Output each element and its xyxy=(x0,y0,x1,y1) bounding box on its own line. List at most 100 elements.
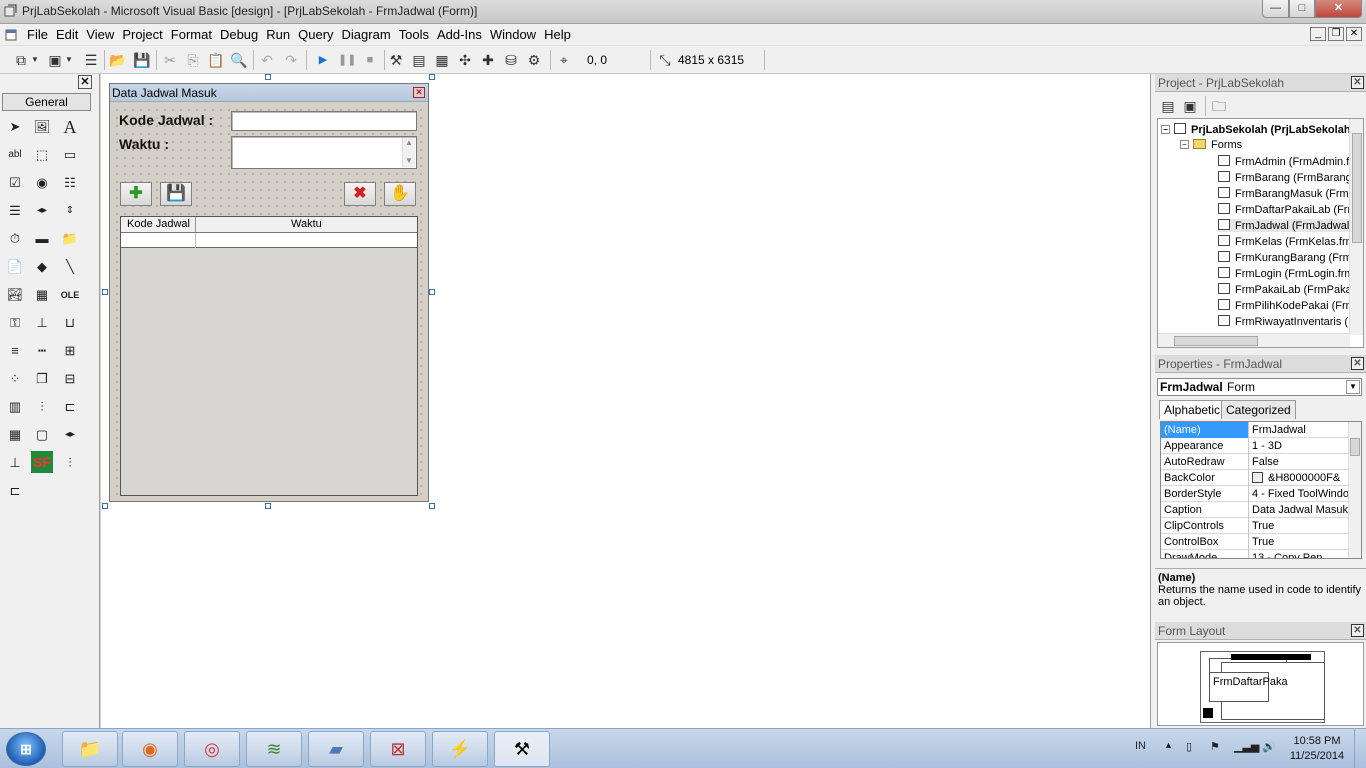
object-browser-icon[interactable]: ✣ xyxy=(456,51,474,69)
project-close-button[interactable]: ✕ xyxy=(1351,76,1364,89)
listview-tool-icon[interactable]: ⊟ xyxy=(59,368,81,390)
mdi-close-button[interactable]: ✕ xyxy=(1346,27,1362,41)
collapse-icon[interactable]: − xyxy=(1180,140,1189,149)
volume-icon[interactable]: 🔊 xyxy=(1262,740,1276,753)
property-row[interactable]: Appearance 1 - 3D xyxy=(1161,438,1349,454)
form-layout-close-button[interactable]: ✕ xyxy=(1351,624,1364,637)
notepad-taskbar-icon[interactable]: ▰ xyxy=(308,731,364,767)
view-object-icon[interactable]: ▣ xyxy=(1181,97,1199,115)
maximize-button[interactable]: □ xyxy=(1289,0,1315,18)
image-tool-icon[interactable]: 🏞 xyxy=(4,284,26,306)
tree-item-frmpilihkodepakai[interactable]: FrmPilihKodePakai (FrmPilihKodePakai.frm… xyxy=(1218,299,1363,312)
mdi-minimize-button[interactable]: _ xyxy=(1310,27,1326,41)
find-icon[interactable]: 🔍 xyxy=(230,51,248,69)
timer-tool-icon[interactable]: ⏱ xyxy=(4,228,26,250)
view-code-icon[interactable]: ▤ xyxy=(1159,97,1177,115)
explorer-taskbar-icon[interactable]: 📁 xyxy=(62,731,118,767)
label-tool-icon[interactable]: A xyxy=(59,116,81,138)
treeview-tool-icon[interactable]: ⊞ xyxy=(59,340,81,362)
line-tool-icon[interactable]: ╲ xyxy=(59,256,81,278)
filelistbox-tool-icon[interactable]: 📄 xyxy=(4,256,26,278)
form-close-icon[interactable]: ✕ xyxy=(413,87,425,98)
menu-run[interactable]: Run xyxy=(263,27,295,42)
shape-tool-icon[interactable]: ◆ xyxy=(31,256,53,278)
tree-item-frmkurangbarang[interactable]: FrmKurangBarang (FrmKurangBarang.frm) xyxy=(1218,251,1363,264)
datalist-tool-icon[interactable]: ⊏ xyxy=(59,396,81,418)
menu-file[interactable]: File xyxy=(24,27,53,42)
adodc-tool-icon[interactable]: ⚿ xyxy=(4,312,26,334)
save-project-icon[interactable]: 💾 xyxy=(133,51,151,69)
chrome-taskbar-icon[interactable]: ◎ xyxy=(184,731,240,767)
slider-tool-icon[interactable]: ┅ xyxy=(31,340,53,362)
toolbar-tool-icon[interactable]: ⊥ xyxy=(31,312,53,334)
menu-format[interactable]: Format xyxy=(168,27,217,42)
tree-item-frmriwayatinventaris[interactable]: FrmRiwayatInventaris (FrmRiwayatInventar… xyxy=(1218,315,1363,328)
menu-diagram[interactable]: Diagram xyxy=(339,27,396,42)
commondialog-tool-icon[interactable]: ◂▸ xyxy=(59,424,81,446)
menu-tools[interactable]: Tools xyxy=(396,27,434,42)
network-icon[interactable]: ▁▃▅ xyxy=(1234,740,1259,753)
frame-tool-icon[interactable]: ⬚ xyxy=(31,144,53,166)
menu-help[interactable]: Help xyxy=(541,27,576,42)
network-app-taskbar-icon[interactable]: ≋ xyxy=(246,731,302,767)
optionbutton-tool-icon[interactable]: ◉ xyxy=(31,172,53,194)
language-indicator[interactable]: IN xyxy=(1135,740,1146,752)
form-frmjadwal[interactable]: Data Jadwal Masuk ✕ Kode Jadwal : Waktu … xyxy=(109,83,429,502)
open-project-icon[interactable]: 📂 xyxy=(109,51,127,69)
property-row[interactable]: (Name) FrmJadwal xyxy=(1161,422,1349,438)
toggle-folders-icon[interactable]: 🗀 xyxy=(1210,97,1228,115)
hierflexgrid-tool-icon[interactable]: ⊏ xyxy=(4,480,26,502)
form-layout-area[interactable]: FrmDaftarPaka xyxy=(1157,642,1364,726)
properties-window-icon[interactable]: ▤ xyxy=(410,51,428,69)
toolbox-general-tab[interactable]: General xyxy=(2,93,91,111)
tab-categorized[interactable]: Categorized xyxy=(1221,400,1296,419)
progressbar-tool-icon[interactable]: ≡ xyxy=(4,340,26,362)
drivelistbox-tool-icon[interactable]: ▬ xyxy=(31,228,53,250)
properties-grid[interactable]: (Name) FrmJadwal Appearance 1 - 3D AutoRed… xyxy=(1160,421,1362,559)
form-designer-canvas[interactable]: Data Jadwal Masuk ✕ Kode Jadwal : Waktu … xyxy=(101,74,1150,728)
start-icon[interactable]: ▶ xyxy=(314,51,332,69)
tree-root[interactable]: − PrjLabSekolah (PrjLabSekolah) xyxy=(1161,123,1354,136)
copy-icon[interactable]: ⎘ xyxy=(184,51,202,69)
tree-item-frmkelas[interactable]: FrmKelas (FrmKelas.frm) xyxy=(1218,235,1358,248)
resize-handle[interactable] xyxy=(429,74,435,80)
statusbar-tool-icon[interactable]: ⊔ xyxy=(59,312,81,334)
project-hscrollbar[interactable] xyxy=(1158,333,1350,347)
property-row[interactable]: DrawMode 13 - Copy Pen xyxy=(1161,550,1349,558)
datepicker-tool-icon[interactable]: ⫶ xyxy=(59,452,81,474)
menu-query[interactable]: Query xyxy=(295,27,338,42)
tray-expand-icon[interactable]: ▲ xyxy=(1164,740,1173,750)
add-button[interactable]: ✚ xyxy=(120,182,152,206)
menu-view[interactable]: View xyxy=(83,27,119,42)
tree-item-frmjadwal[interactable]: FrmJadwal (FrmJadwal.frm) xyxy=(1218,219,1363,232)
action-center-icon[interactable]: ⚑ xyxy=(1210,740,1220,753)
menu-edit[interactable]: Edit xyxy=(53,27,83,42)
commandbutton-tool-icon[interactable]: ▭ xyxy=(59,144,81,166)
tree-item-frmdaftarpakailab[interactable]: FrmDaftarPakaiLab (FrmDaftarPakaiLab.frm… xyxy=(1218,203,1363,216)
waktu-input[interactable]: ▲ ▼ xyxy=(231,136,417,169)
resize-handle[interactable] xyxy=(102,289,108,295)
ole-tool-icon[interactable]: OLE xyxy=(59,284,81,306)
textbox-tool-icon[interactable]: abl xyxy=(4,144,26,166)
updown-tool-icon[interactable]: ⊥ xyxy=(4,452,26,474)
properties-close-button[interactable]: ✕ xyxy=(1351,357,1364,370)
toolbox-close-button[interactable]: ✕ xyxy=(78,75,92,89)
resize-handle[interactable] xyxy=(429,289,435,295)
table-row[interactable] xyxy=(121,233,417,248)
chevron-down-icon[interactable]: ▼ xyxy=(64,51,74,69)
delete-button[interactable]: ✖ xyxy=(344,182,376,206)
resize-handle[interactable] xyxy=(102,503,108,509)
listbox-tool-icon[interactable]: ☰ xyxy=(4,200,26,222)
pointer-tool-icon[interactable]: ➤ xyxy=(4,116,26,138)
resize-handle[interactable] xyxy=(429,503,435,509)
document-icon[interactable] xyxy=(4,28,18,42)
flexgrid-tool-icon[interactable]: SF xyxy=(31,451,53,473)
cut-icon[interactable]: ✂ xyxy=(161,51,179,69)
resize-handle[interactable] xyxy=(265,503,271,509)
tab-alphabetic[interactable]: Alphabetic xyxy=(1159,400,1226,419)
component-manager-icon[interactable]: ⚙ xyxy=(525,51,543,69)
break-icon[interactable]: ❚❚ xyxy=(338,51,356,69)
show-desktop-button[interactable] xyxy=(1354,729,1366,768)
data-view-icon[interactable]: ⛁ xyxy=(502,51,520,69)
hscrollbar-tool-icon[interactable]: ◂▸ xyxy=(31,200,53,222)
